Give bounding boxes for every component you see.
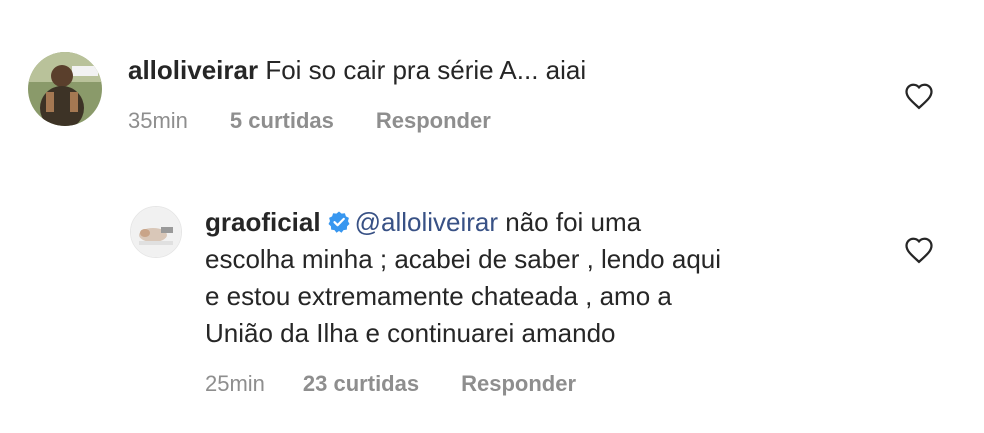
comment-meta: 35min 5 curtidas Responder xyxy=(128,108,491,134)
comment-text: alloliveirar Foi so cair pra série A... … xyxy=(128,52,868,89)
timestamp[interactable]: 35min xyxy=(128,108,188,134)
comment-meta: 25min 23 curtidas Responder xyxy=(205,371,576,397)
heart-outline-icon[interactable] xyxy=(904,82,934,110)
timestamp[interactable]: 25min xyxy=(205,371,265,397)
comment-1: alloliveirar Foi so cair pra série A... … xyxy=(0,0,984,160)
comment-2: graoficial @alloliveirar não foi uma esco… xyxy=(0,170,984,433)
comment-body-line4: União da Ilha e continuarei amando xyxy=(205,318,616,348)
username[interactable]: graoficial xyxy=(205,207,321,237)
comment-body-line3: e estou extremamente chateada , amo a xyxy=(205,281,672,311)
username[interactable]: alloliveirar xyxy=(128,55,258,85)
likes-count[interactable]: 23 curtidas xyxy=(303,371,419,397)
reply-button[interactable]: Responder xyxy=(461,371,576,397)
reply-button[interactable]: Responder xyxy=(376,108,491,134)
avatar[interactable] xyxy=(28,52,102,126)
comment-text: graoficial @alloliveirar não foi uma esco… xyxy=(205,204,885,352)
comment-body: Foi so cair pra série A... aiai xyxy=(265,55,587,85)
comment-body-line2: escolha minha ; acabei de saber , lendo … xyxy=(205,244,722,274)
likes-count[interactable]: 5 curtidas xyxy=(230,108,334,134)
comment-body-line1: não foi uma xyxy=(505,207,642,237)
heart-outline-icon[interactable] xyxy=(904,236,934,264)
verified-badge-icon xyxy=(328,211,350,233)
avatar[interactable] xyxy=(130,206,182,258)
mention-link[interactable]: @alloliveirar xyxy=(355,207,498,237)
